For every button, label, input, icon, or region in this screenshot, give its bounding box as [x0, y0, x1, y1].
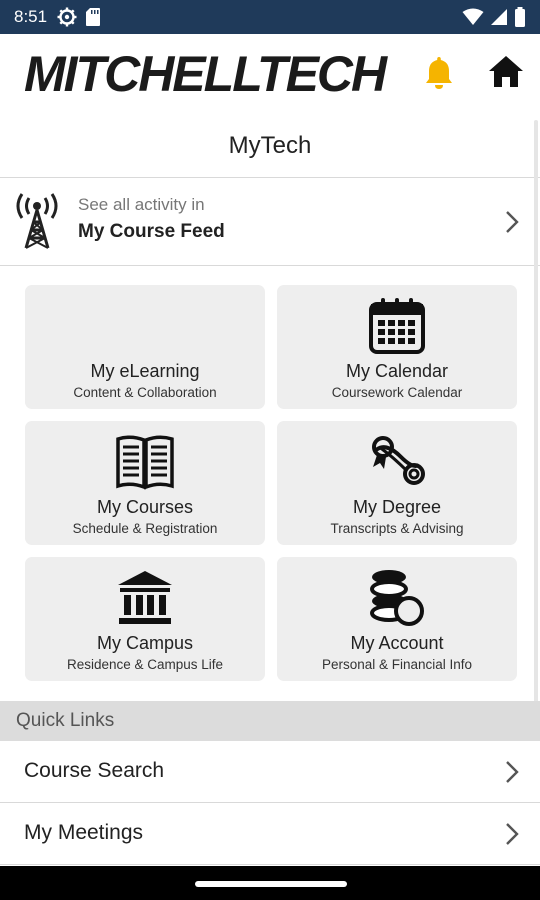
tile-my-degree[interactable]: My Degree Transcripts & Advising	[277, 421, 517, 545]
tile-title: My Degree	[352, 497, 442, 517]
tile-subtitle: Transcripts & Advising	[330, 521, 464, 536]
book-icon	[116, 435, 174, 490]
tile-title: My Courses	[96, 497, 194, 517]
quick-link-course-search[interactable]: Course Search	[0, 741, 540, 803]
diploma-icon	[372, 436, 425, 485]
sd-card-icon	[86, 8, 101, 26]
tile-title: My eLearning	[90, 361, 200, 381]
tile-my-account[interactable]: My Account Personal & Financial Info	[277, 557, 517, 681]
antenna-icon	[16, 193, 58, 249]
signal-icon	[491, 9, 507, 25]
logo[interactable]: MITCHELLTECH	[24, 48, 406, 100]
tile-my-elearning[interactable]: My eLearning Content & Collaboration	[25, 285, 265, 409]
tile-subtitle: Content & Collaboration	[73, 385, 217, 400]
tile-subtitle: Residence & Campus Life	[66, 657, 224, 672]
tile-my-calendar[interactable]: My Calendar Coursework Calendar	[277, 285, 517, 409]
quick-link-my-meetings[interactable]: My Meetings	[0, 803, 540, 865]
bell-icon[interactable]	[420, 54, 458, 92]
app-header: MITCHELLTECH	[0, 34, 540, 114]
home-gesture-handle[interactable]	[195, 881, 347, 887]
logo-text: MITCHELLTECH	[24, 48, 387, 100]
tile-my-courses[interactable]: My Courses Schedule & Registration	[25, 421, 265, 545]
tile-subtitle: Personal & Financial Info	[321, 657, 473, 672]
tile-title: My Campus	[96, 633, 194, 653]
chevron-right-icon	[506, 823, 519, 845]
battery-icon	[515, 7, 525, 27]
status-bar: 8:51	[0, 0, 540, 34]
settings-icon	[57, 7, 77, 27]
tile-title: My Account	[350, 633, 444, 653]
chevron-right-icon	[506, 761, 519, 783]
system-nav-bar	[0, 866, 540, 900]
course-feed-title: My Course Feed	[78, 221, 225, 242]
wifi-icon	[462, 8, 484, 25]
tile-title: My Calendar	[345, 361, 449, 381]
building-icon	[118, 571, 172, 624]
course-feed-row[interactable]: See all activity in My Course Feed	[0, 178, 540, 266]
page-title: MyTech	[0, 114, 540, 178]
chevron-right-icon	[506, 211, 519, 233]
tile-subtitle: Schedule & Registration	[72, 521, 218, 536]
course-feed-caption: See all activity in	[78, 195, 205, 214]
tile-subtitle: Coursework Calendar	[331, 385, 463, 400]
quick-links-header: Quick Links	[0, 701, 540, 741]
quick-link-label: My Meetings	[24, 821, 144, 844]
calendar-icon	[369, 298, 425, 354]
quick-link-label: Course Search	[24, 759, 165, 782]
tile-my-campus[interactable]: My Campus Residence & Campus Life	[25, 557, 265, 681]
home-icon[interactable]	[486, 52, 526, 92]
coins-icon	[370, 570, 424, 626]
scrollbar[interactable]	[534, 120, 538, 720]
status-time: 8:51	[14, 7, 48, 26]
